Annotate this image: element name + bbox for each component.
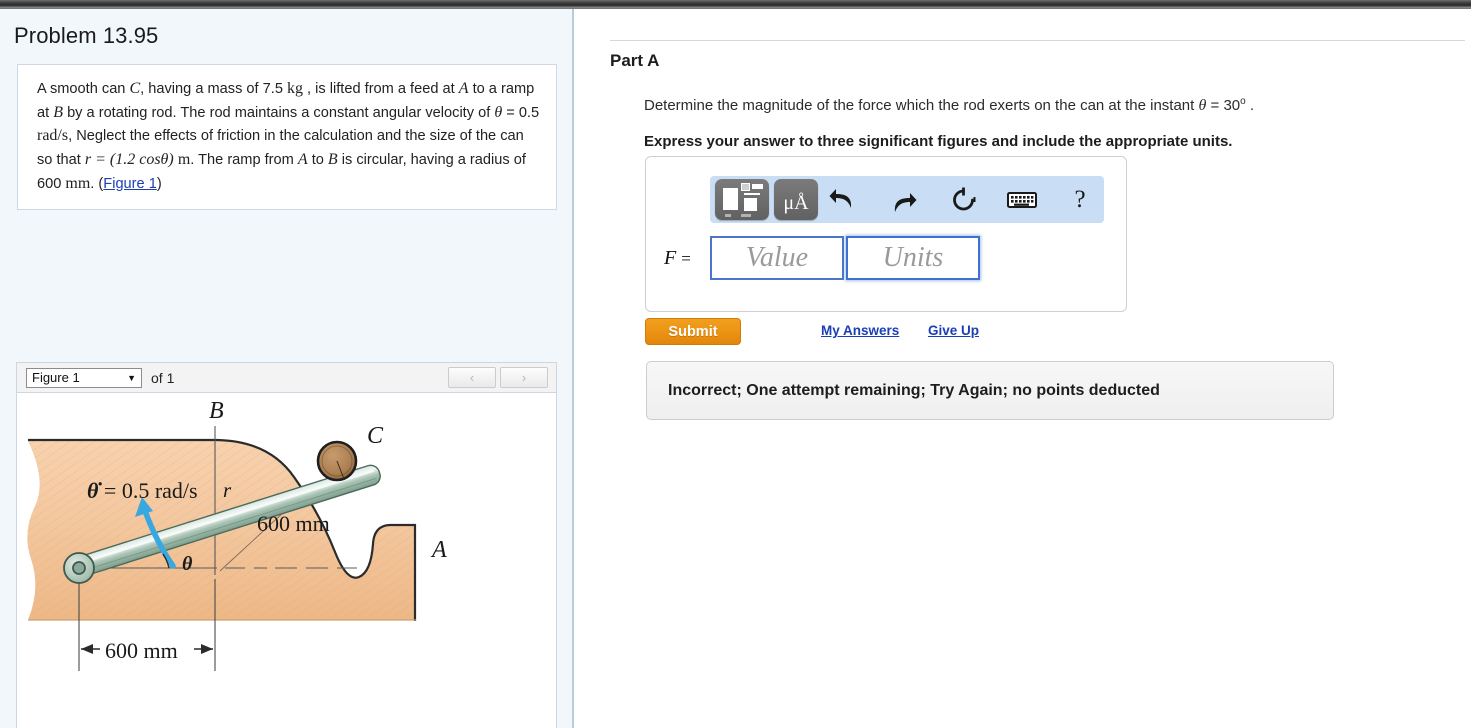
mechanism-diagram: B C A r θ θ̇ = 0.5 rad/s 600 mm 600 mm [27, 398, 447, 671]
label-dim-600mm: 600 mm [105, 638, 178, 663]
symbol-B: B [53, 103, 64, 121]
keyboard-icon[interactable] [1000, 179, 1044, 220]
label-B: B [209, 398, 224, 424]
answer-input-row: F = Value Units [664, 236, 980, 280]
submit-button[interactable]: Submit [645, 318, 741, 345]
label-angular-velocity: θ̇ = 0.5 rad/s [87, 478, 198, 503]
answer-variable-label: F = [664, 246, 691, 269]
give-up-link[interactable]: Give Up [928, 323, 979, 338]
unit-m: m [177, 151, 191, 169]
stmt-seg-6: = 0.5 [502, 104, 540, 121]
figure-image-container[interactable]: B C A r θ θ̇ = 0.5 rad/s 600 mm 600 mm [16, 393, 557, 728]
label-r: r [223, 478, 232, 502]
chevron-left-icon[interactable]: ‹ [448, 367, 496, 388]
figure-1-link[interactable]: Figure 1 [103, 176, 157, 192]
redo-arrow-icon[interactable] [882, 179, 926, 220]
figure-select-value: Figure 1 [32, 370, 80, 385]
answer-entry-box: μÅ ? F = Value Units [645, 156, 1127, 312]
part-a-heading: Part A [610, 51, 660, 70]
math-toolbar: μÅ ? [710, 176, 1104, 223]
question-eq: = 30 [1206, 97, 1241, 114]
feedback-message: Incorrect; One attempt remaining; Try Ag… [668, 381, 1160, 399]
figure-toolbar: Figure 1 ▼ of 1 ‹ › [16, 362, 557, 393]
stmt-seg-11: . ( [90, 175, 104, 192]
problem-statement-box: A smooth can C, having a mass of 7.5 kg … [17, 64, 557, 211]
symbol-theta-dot: θ [494, 103, 503, 121]
page-root: Problem 13.95 A smooth can C, having a m… [0, 0, 1471, 728]
symbol-C: C [129, 80, 141, 97]
label-C: C [367, 423, 384, 449]
units-input[interactable]: Units [846, 236, 980, 280]
value-input[interactable]: Value [710, 236, 844, 280]
label-A: A [430, 537, 447, 563]
equation-r: r = (1.2 cosθ) [84, 151, 174, 169]
problem-panel: Problem 13.95 A smooth can C, having a m… [0, 9, 574, 728]
stmt-seg-3: , is lifted from a feed at [303, 81, 459, 97]
figure-count-label: of 1 [151, 369, 175, 386]
stmt-seg-8: . The ramp from [190, 152, 298, 169]
stmt-seg-1: A smooth can [37, 81, 130, 97]
stmt-seg-5: by a rotating rod. The rod maintains a c… [63, 104, 495, 121]
stmt-seg-12: ) [156, 175, 162, 192]
label-radius-600mm: 600 mm [257, 511, 330, 536]
unit-kg: kg [287, 80, 303, 97]
pivot-pin [72, 561, 86, 575]
stmt-seg-2: , having a mass of 7.5 [140, 81, 287, 97]
figure-nav-group: ‹ › [448, 367, 548, 388]
stmt-seg-9: to [307, 152, 328, 169]
dim-arrowhead-left [81, 644, 93, 654]
symbol-A-2: A [297, 151, 308, 169]
page-title: Problem 13.95 [14, 23, 159, 48]
reset-circular-arrow-icon[interactable] [942, 179, 986, 220]
label-theta: θ [182, 553, 193, 575]
chevron-right-icon[interactable]: › [500, 367, 548, 388]
undo-arrow-icon[interactable] [820, 179, 864, 220]
units-mu-angstrom-icon[interactable]: μÅ [774, 179, 818, 220]
chevron-down-icon: ▼ [127, 372, 136, 383]
browser-chrome-bar [0, 0, 1471, 9]
my-answers-link[interactable]: My Answers [821, 323, 899, 338]
answer-instruction: Express your answer to three significant… [644, 133, 1233, 150]
answer-panel: Part A Determine the magnitude of the fo… [576, 9, 1471, 728]
problem-statement-text: A smooth can C, having a mass of 7.5 kg … [37, 77, 540, 195]
help-question-icon[interactable]: ? [1058, 179, 1102, 220]
question-text: Determine the magnitude of the force whi… [644, 96, 1254, 115]
figure-select-dropdown[interactable]: Figure 1 ▼ [26, 367, 142, 388]
dim-arrowhead-right [201, 644, 213, 654]
section-divider [610, 40, 1465, 41]
feedback-banner: Incorrect; One attempt remaining; Try Ag… [646, 361, 1334, 420]
unit-rad-per-s: rad/s [37, 127, 69, 145]
units-icon-label: μÅ [783, 192, 809, 214]
symbol-B-2: B [327, 151, 338, 169]
unit-mm: mm [65, 174, 91, 192]
question-pre: Determine the magnitude of the force whi… [644, 97, 1199, 114]
question-post: . [1245, 97, 1255, 114]
symbol-A: A [458, 80, 469, 97]
math-templates-icon[interactable] [715, 179, 769, 220]
